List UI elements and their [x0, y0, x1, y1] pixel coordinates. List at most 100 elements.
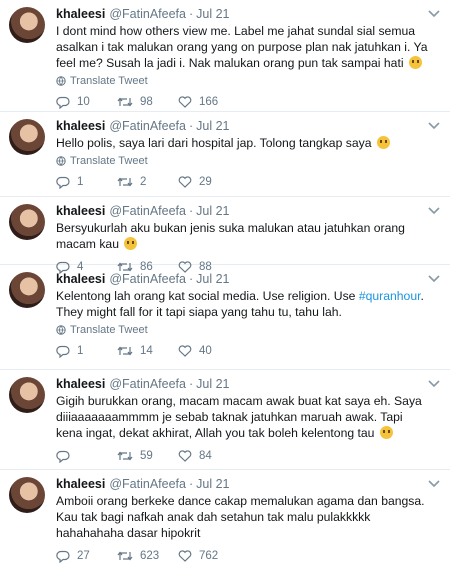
chevron-down-icon[interactable]	[428, 378, 440, 388]
display-name[interactable]: khaleesi	[56, 203, 105, 219]
face-blowing-kiss-icon	[379, 426, 393, 439]
tweet-text: Hello polis, saya lari dari hospital jap…	[56, 135, 440, 151]
tweet-actions: 1 2 29	[56, 171, 440, 193]
reply-icon	[56, 345, 70, 358]
retweet-button[interactable]: 59	[117, 450, 178, 462]
tweet-actions: 27 623 762	[56, 545, 440, 567]
separator: ·	[188, 119, 194, 133]
tweet-header: khaleesi @FatinAfeefa · Jul 21	[56, 6, 440, 22]
user-handle[interactable]: @FatinAfeefa	[109, 376, 186, 392]
heart-icon	[178, 176, 192, 188]
reply-button[interactable]: 10	[56, 96, 117, 109]
display-name[interactable]: khaleesi	[56, 6, 105, 22]
chevron-down-icon[interactable]	[428, 273, 440, 283]
avatar[interactable]	[9, 477, 45, 513]
tweet-text: Kelentong lah orang kat social media. Us…	[56, 288, 440, 320]
timestamp[interactable]: Jul 21	[196, 271, 229, 287]
chevron-down-icon[interactable]	[428, 478, 440, 488]
avatar[interactable]	[9, 272, 45, 308]
tweet-text-body: I dont mind how others view me. Label me…	[56, 24, 428, 70]
like-count: 29	[199, 176, 212, 188]
reply-count: 1	[77, 176, 84, 188]
tweet-text: Gigih burukkan orang, macam macam awak b…	[56, 393, 440, 441]
translate-tweet-link[interactable]: Translate Tweet	[56, 155, 440, 167]
tweet-header: khaleesi @FatinAfeefa · Jul 21	[56, 476, 440, 492]
globe-icon	[56, 76, 66, 86]
retweet-button[interactable]: 14	[117, 345, 178, 357]
separator: ·	[188, 377, 194, 391]
reply-icon	[56, 176, 70, 189]
like-count: 84	[199, 450, 212, 462]
hashtag-link[interactable]: #quranhour	[359, 289, 421, 303]
tweet-text-before: Kelentong lah orang kat social media. Us…	[56, 289, 359, 303]
retweet-button[interactable]: 2	[117, 176, 178, 188]
retweet-icon	[117, 346, 133, 356]
like-button[interactable]: 40	[178, 345, 239, 357]
chevron-down-icon[interactable]	[428, 8, 440, 18]
like-count: 40	[199, 345, 212, 357]
tweet-header: khaleesi @FatinAfeefa · Jul 21	[56, 203, 440, 219]
like-button[interactable]: 166	[178, 96, 239, 108]
reply-button[interactable]: 1	[56, 176, 117, 189]
reply-button[interactable]: 1	[56, 345, 117, 358]
avatar[interactable]	[9, 7, 45, 43]
display-name[interactable]: khaleesi	[56, 118, 105, 134]
translate-tweet-link[interactable]: Translate Tweet	[56, 75, 440, 87]
like-button[interactable]: 84	[178, 450, 239, 462]
tweet-text-body: Gigih burukkan orang, macam macam awak b…	[56, 394, 422, 440]
reply-icon	[56, 96, 70, 109]
heart-icon	[178, 96, 192, 108]
tweet-text: I dont mind how others view me. Label me…	[56, 23, 440, 71]
translate-label: Translate Tweet	[70, 155, 148, 167]
tweet-actions: 59 84	[56, 445, 440, 467]
tweet-header: khaleesi @FatinAfeefa · Jul 21	[56, 271, 440, 287]
retweet-icon	[117, 97, 133, 107]
timestamp[interactable]: Jul 21	[196, 118, 229, 134]
timestamp[interactable]: Jul 21	[196, 6, 229, 22]
timestamp[interactable]: Jul 21	[196, 203, 229, 219]
timestamp[interactable]: Jul 21	[196, 376, 229, 392]
globe-icon	[56, 325, 66, 335]
chevron-down-icon[interactable]	[428, 205, 440, 215]
tweet-card[interactable]: khaleesi @FatinAfeefa · Jul 21 Kelentong…	[0, 265, 450, 370]
chevron-down-icon[interactable]	[428, 120, 440, 130]
reply-button[interactable]	[56, 450, 117, 463]
heart-icon	[178, 450, 192, 462]
display-name[interactable]: khaleesi	[56, 376, 105, 392]
separator: ·	[188, 204, 194, 218]
user-handle[interactable]: @FatinAfeefa	[109, 6, 186, 22]
display-name[interactable]: khaleesi	[56, 271, 105, 287]
tweet-header: khaleesi @FatinAfeefa · Jul 21	[56, 376, 440, 392]
timestamp[interactable]: Jul 21	[196, 476, 229, 492]
retweet-count: 59	[140, 450, 153, 462]
user-handle[interactable]: @FatinAfeefa	[109, 476, 186, 492]
tweet-feed: khaleesi @FatinAfeefa · Jul 21 I dont mi…	[0, 0, 450, 563]
avatar[interactable]	[9, 377, 45, 413]
reply-icon	[56, 550, 70, 563]
tweet-card[interactable]: khaleesi @FatinAfeefa · Jul 21 Gigih bur…	[0, 370, 450, 470]
avatar[interactable]	[9, 119, 45, 155]
separator: ·	[188, 7, 194, 21]
translate-tweet-link[interactable]: Translate Tweet	[56, 324, 440, 336]
retweet-icon	[117, 177, 133, 187]
retweet-button[interactable]: 98	[117, 96, 178, 108]
tweet-card[interactable]: khaleesi @FatinAfeefa · Jul 21 I dont mi…	[0, 0, 450, 112]
user-handle[interactable]: @FatinAfeefa	[109, 118, 186, 134]
retweet-count: 14	[140, 345, 153, 357]
reply-button[interactable]: 27	[56, 550, 117, 563]
retweet-icon	[117, 451, 133, 461]
tweet-card[interactable]: khaleesi @FatinAfeefa · Jul 21 Bersyukur…	[0, 197, 450, 274]
separator: ·	[188, 477, 194, 491]
like-button[interactable]: 29	[178, 176, 239, 188]
user-handle[interactable]: @FatinAfeefa	[109, 271, 186, 287]
user-handle[interactable]: @FatinAfeefa	[109, 203, 186, 219]
retweet-count: 98	[140, 96, 153, 108]
tweet-text: Amboii orang berkeke dance cakap memaluk…	[56, 493, 440, 541]
avatar[interactable]	[9, 204, 45, 240]
worried-face-icon	[408, 56, 422, 69]
tweet-card[interactable]: khaleesi @FatinAfeefa · Jul 21 Hello pol…	[0, 112, 450, 197]
translate-label: Translate Tweet	[70, 324, 148, 336]
tweet-card[interactable]: khaleesi @FatinAfeefa · Jul 21 Amboii or…	[0, 470, 450, 563]
tweet-text-body: Amboii orang berkeke dance cakap memaluk…	[56, 494, 425, 540]
display-name[interactable]: khaleesi	[56, 476, 105, 492]
